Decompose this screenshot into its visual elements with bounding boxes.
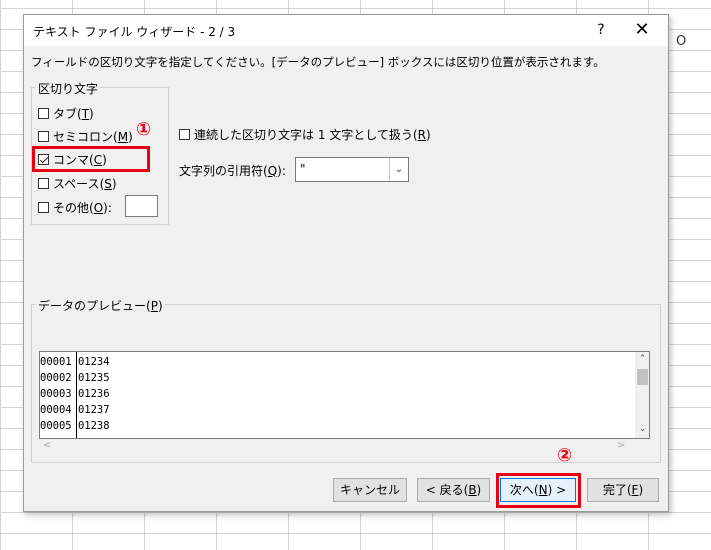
finish-button[interactable]: 完了(F) [587, 478, 659, 502]
preview-row: 00003 01236 [40, 388, 110, 400]
delimiter-other-label: その他(O): [53, 200, 112, 215]
close-icon[interactable]: ✕ [630, 19, 654, 41]
step-1-marker: ① [136, 119, 152, 140]
chevron-down-icon[interactable]: ⌄ [389, 158, 408, 181]
title-bar: テキスト ファイル ウィザード - 2 / 3 ? ✕ [24, 15, 668, 46]
back-button[interactable]: < 戻る(B) [417, 478, 490, 502]
other-delimiter-input[interactable] [125, 195, 158, 217]
checkbox-icon [38, 177, 49, 189]
help-button[interactable]: ? [591, 20, 611, 40]
scroll-up-icon[interactable]: ⌃ [635, 354, 649, 364]
delimiters-group-label: 区切り文字 [36, 80, 101, 97]
preview-vertical-scrollbar[interactable]: ⌃ ⌄ [635, 352, 649, 438]
checkbox-icon [38, 107, 49, 119]
checkbox-icon [179, 128, 190, 140]
scroll-down-icon[interactable]: ⌄ [635, 424, 649, 434]
preview-horizontal-scrollbar[interactable]: < > [39, 439, 635, 455]
instruction-text: フィールドの区切り文字を指定してください。[データのプレビュー] ボックスには区… [31, 55, 605, 69]
preview-group-label: データのプレビュー(P) [36, 297, 165, 314]
preview-row: 00002 01235 [40, 372, 110, 384]
step-2-marker: ② [557, 445, 573, 466]
text-qualifier-value: " [300, 162, 306, 176]
delimiter-other-checkbox[interactable]: その他(O): [38, 198, 112, 216]
data-preview-area[interactable]: 00001 01234 00002 01235 00003 01236 0000… [39, 351, 650, 439]
delimiter-tab-checkbox[interactable]: タブ(T) [38, 104, 94, 122]
text-qualifier-label: 文字列の引用符(Q): [179, 163, 286, 178]
delimiter-semicolon-label: セミコロン(M) [53, 129, 133, 144]
column-header-o: O [676, 34, 687, 49]
text-qualifier-select[interactable]: " ⌄ [295, 157, 409, 182]
scroll-thumb[interactable] [637, 369, 648, 385]
preview-row: 00004 01237 [40, 404, 110, 416]
comma-highlight-box [32, 146, 150, 172]
cancel-button[interactable]: キャンセル [333, 478, 407, 502]
consecutive-delimiters-checkbox[interactable]: 連続した区切り文字は 1 文字として扱う(R) [179, 125, 431, 143]
delimiter-semicolon-checkbox[interactable]: セミコロン(M) [38, 127, 133, 145]
dialog-title: テキスト ファイル ウィザード - 2 / 3 [33, 25, 236, 39]
next-highlight-box [496, 473, 581, 508]
delimiter-space-checkbox[interactable]: スペース(S) [38, 174, 117, 192]
scroll-right-icon[interactable]: > [617, 440, 625, 451]
delimiter-space-label: スペース(S) [53, 176, 117, 191]
consecutive-delimiters-label: 連続した区切り文字は 1 文字として扱う(R) [194, 127, 431, 142]
preview-row: 00001 01234 [40, 356, 110, 368]
checkbox-icon [38, 130, 49, 142]
delimiter-tab-label: タブ(T) [53, 106, 94, 121]
text-import-wizard-dialog: テキスト ファイル ウィザード - 2 / 3 ? ✕ フィールドの区切り文字を… [23, 14, 669, 512]
scroll-left-icon[interactable]: < [43, 440, 51, 451]
preview-row: 00005 01238 [40, 420, 110, 432]
checkbox-icon [38, 201, 49, 213]
